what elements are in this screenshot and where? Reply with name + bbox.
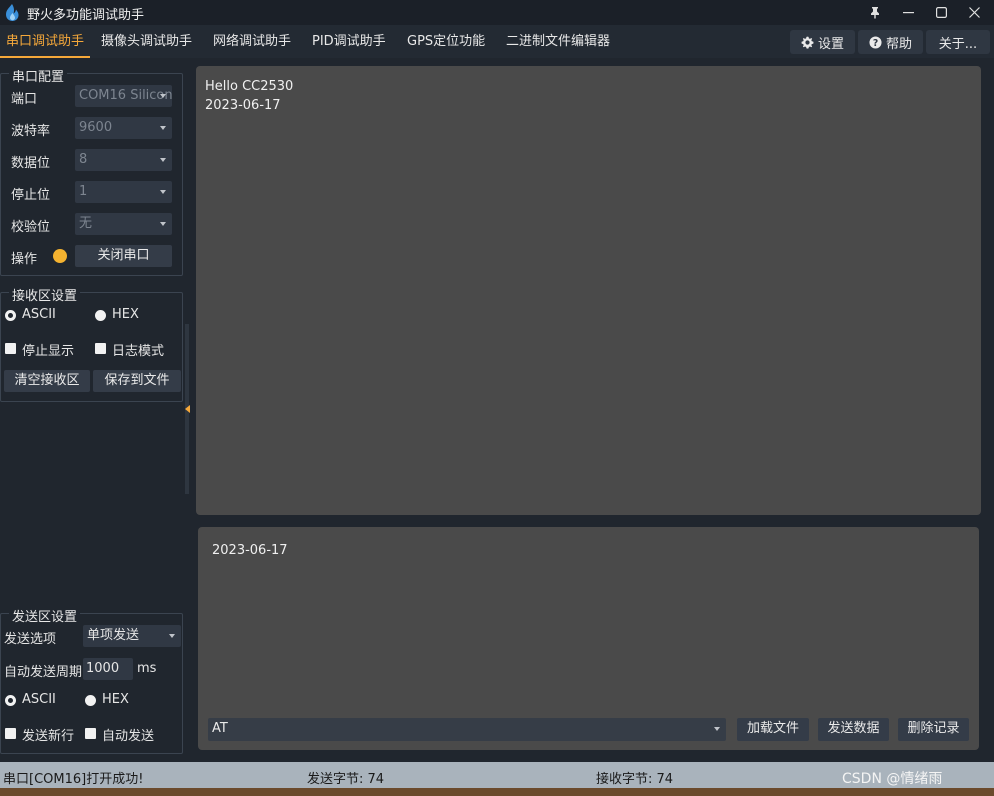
- about-label: 关于...: [938, 36, 978, 52]
- send-option-select[interactable]: 单项发送: [83, 625, 181, 647]
- chevron-down-icon: [169, 634, 175, 638]
- status-bar: 串口[COM16]打开成功! 发送字节: 74 接收字节: 74 CSDN @情…: [0, 762, 994, 788]
- save-to-file-button[interactable]: 保存到文件: [93, 370, 181, 392]
- port-label: 端口: [11, 92, 38, 107]
- serial-config-group: 串口配置 端口 COM16 Silicon 波特率 9600 数据位 8 停止位…: [0, 66, 183, 276]
- maximize-icon: [935, 7, 947, 18]
- title-bar: 野火多功能调试助手: [0, 0, 994, 25]
- collapse-arrow-icon[interactable]: [185, 405, 190, 413]
- stop-display-checkbox[interactable]: [5, 343, 16, 354]
- pin-button[interactable]: [859, 0, 891, 25]
- recv-ascii-label: ASCII: [22, 307, 56, 322]
- chevron-down-icon: [160, 94, 166, 98]
- tab-camera[interactable]: 摄像头调试助手: [95, 25, 198, 58]
- stopbits-select[interactable]: 1: [75, 181, 172, 203]
- log-mode-checkbox[interactable]: [95, 343, 106, 354]
- send-text-area[interactable]: 2023-06-17 AT 加载文件 发送数据 删除记录: [198, 527, 979, 750]
- tab-gps[interactable]: GPS定位功能: [401, 25, 491, 58]
- auto-send-checkbox[interactable]: [85, 728, 96, 739]
- send-newline-label: 发送新行: [22, 729, 75, 744]
- tab-bar: 串口调试助手 摄像头调试助手 网络调试助手 PID调试助手 GPS定位功能 二进…: [0, 25, 994, 58]
- databits-label: 数据位: [11, 156, 51, 171]
- window-title: 野火多功能调试助手: [27, 8, 145, 23]
- tab-network[interactable]: 网络调试助手: [207, 25, 297, 58]
- baud-select[interactable]: 9600: [75, 117, 172, 139]
- serial-config-title: 串口配置: [9, 66, 68, 85]
- receive-settings-group: 接收区设置 ASCII HEX 停止显示 日志模式 清空接收区 保存到文件: [0, 285, 183, 402]
- command-value: AT: [212, 721, 228, 736]
- receive-settings-title: 接收区设置: [9, 285, 81, 304]
- parity-select[interactable]: 无: [75, 213, 172, 235]
- send-option-value: 单项发送: [87, 628, 140, 643]
- chevron-down-icon: [160, 222, 166, 226]
- send-data-button[interactable]: 发送数据: [818, 718, 889, 741]
- receive-text-area[interactable]: Hello CC2530 2023-06-17: [196, 66, 981, 515]
- send-settings-title: 发送区设置: [9, 606, 81, 625]
- maximize-button[interactable]: [925, 0, 957, 25]
- send-ascii-label: ASCII: [22, 692, 56, 707]
- pin-icon: [871, 7, 879, 19]
- auto-period-value: 1000: [86, 661, 120, 676]
- help-label: 帮助: [885, 36, 912, 52]
- send-hex-radio[interactable]: [85, 695, 96, 706]
- delete-record-button[interactable]: 删除记录: [898, 718, 969, 741]
- send-option-label: 发送选项: [4, 632, 57, 647]
- baud-value: 9600: [79, 120, 113, 135]
- status-message: 串口[COM16]打开成功!: [3, 772, 144, 787]
- close-port-button[interactable]: 关闭串口: [75, 245, 172, 267]
- minimize-button[interactable]: [892, 0, 924, 25]
- auto-period-unit: ms: [137, 661, 157, 676]
- settings-button[interactable]: 设置: [790, 30, 855, 54]
- auto-period-label: 自动发送周期: [4, 665, 83, 680]
- minimize-icon: [902, 12, 914, 14]
- send-hex-label: HEX: [102, 692, 129, 707]
- desktop-background-strip: [0, 788, 994, 796]
- stopbits-label: 停止位: [11, 188, 51, 203]
- tab-binary-editor[interactable]: 二进制文件编辑器: [500, 25, 616, 58]
- chevron-down-icon: [160, 190, 166, 194]
- settings-label: 设置: [817, 36, 844, 52]
- operation-label: 操作: [11, 252, 38, 267]
- close-icon: [968, 7, 980, 18]
- log-mode-label: 日志模式: [112, 344, 165, 359]
- chevron-down-icon: [160, 126, 166, 130]
- baud-label: 波特率: [11, 124, 51, 139]
- stopbits-value: 1: [79, 184, 88, 199]
- databits-select[interactable]: 8: [75, 149, 172, 171]
- about-button[interactable]: 关于...: [926, 30, 990, 54]
- port-value: COM16 Silicon: [79, 88, 172, 103]
- tab-serial[interactable]: 串口调试助手: [0, 25, 91, 58]
- load-file-button[interactable]: 加载文件: [737, 718, 809, 741]
- svg-text:?: ?: [873, 37, 878, 48]
- csdn-watermark: CSDN @情绪雨: [842, 771, 943, 787]
- chevron-down-icon: [160, 158, 166, 162]
- received-bytes-counter: 接收字节: 74: [596, 772, 674, 787]
- tab-pid[interactable]: PID调试助手: [306, 25, 392, 58]
- sent-bytes-counter: 发送字节: 74: [307, 772, 385, 787]
- help-icon: ?: [869, 35, 882, 48]
- port-select[interactable]: COM16 Silicon: [75, 85, 172, 107]
- clear-receive-button[interactable]: 清空接收区: [4, 370, 90, 392]
- recv-ascii-radio[interactable]: [5, 310, 16, 321]
- parity-value: 无: [79, 216, 93, 231]
- stop-display-label: 停止显示: [22, 344, 75, 359]
- command-history-select[interactable]: AT: [208, 718, 726, 741]
- databits-value: 8: [79, 152, 88, 167]
- help-button[interactable]: ? 帮助: [858, 30, 923, 54]
- send-text: 2023-06-17: [212, 543, 288, 558]
- port-status-indicator: [53, 249, 67, 263]
- auto-send-label: 自动发送: [102, 729, 155, 744]
- auto-period-input[interactable]: 1000: [83, 658, 133, 680]
- chevron-down-icon: [714, 727, 720, 731]
- gear-icon: [801, 36, 814, 49]
- close-button[interactable]: [958, 0, 990, 25]
- recv-hex-label: HEX: [112, 307, 139, 322]
- send-ascii-radio[interactable]: [5, 695, 16, 706]
- flame-logo-icon: [6, 4, 19, 21]
- parity-label: 校验位: [11, 220, 51, 235]
- send-settings-group: 发送区设置 发送选项 单项发送 自动发送周期 1000 ms ASCII HEX…: [0, 606, 183, 754]
- send-newline-checkbox[interactable]: [5, 728, 16, 739]
- recv-hex-radio[interactable]: [95, 310, 106, 321]
- receive-text: Hello CC2530 2023-06-17: [205, 79, 294, 113]
